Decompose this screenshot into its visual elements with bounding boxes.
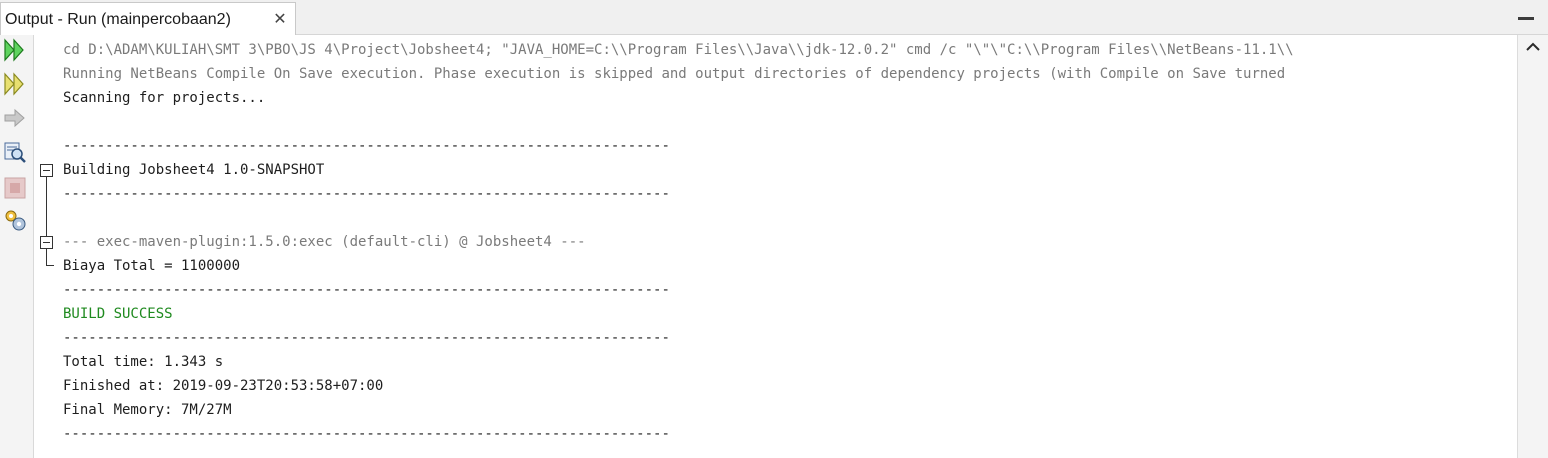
output-line: ----------------------------------------… <box>63 186 670 202</box>
output-line: ----------------------------------------… <box>63 330 670 346</box>
output-line: Final Memory: 7M/27M <box>63 402 232 418</box>
tab-title: Output - Run (mainpercobaan2) <box>5 11 231 28</box>
output-console[interactable]: cd D:\ADAM\KULIAH\SMT 3\PBO\JS 4\Project… <box>35 35 1517 458</box>
output-line: Scanning for projects... <box>63 90 266 106</box>
output-line: --- exec-maven-plugin:1.5.0:exec (defaul… <box>63 234 586 250</box>
output-line: Biaya Total = 1100000 <box>63 258 241 274</box>
output-line: Total time: 1.343 s <box>63 354 224 370</box>
fold-guide-line <box>46 249 47 265</box>
output-tab-bar: Output - Run (mainpercobaan2) ✕ <box>0 0 1548 35</box>
output-line: BUILD SUCCESS <box>63 306 173 322</box>
fold-toggle-icon[interactable] <box>40 236 53 249</box>
rerun-with-options-icon[interactable] <box>2 71 28 97</box>
next-step-icon[interactable] <box>2 105 28 131</box>
minimize-icon[interactable] <box>1518 17 1534 20</box>
output-line: cd D:\ADAM\KULIAH\SMT 3\PBO\JS 4\Project… <box>63 42 1294 58</box>
output-line: ----------------------------------------… <box>63 426 670 442</box>
inspect-icon[interactable] <box>2 139 28 165</box>
output-toolbar <box>0 35 34 458</box>
fold-end-tick <box>46 265 54 266</box>
output-line: Finished at: 2019-09-23T20:53:58+07:00 <box>63 378 384 394</box>
output-line: ----------------------------------------… <box>63 282 670 298</box>
settings-icon[interactable] <box>2 207 28 233</box>
scroll-up-icon[interactable] <box>1526 39 1540 51</box>
fold-toggle-icon[interactable] <box>40 164 53 177</box>
output-line: Building Jobsheet4 1.0-SNAPSHOT <box>63 162 325 178</box>
vertical-scrollbar[interactable] <box>1517 35 1548 458</box>
rerun-icon[interactable] <box>2 37 28 63</box>
close-icon[interactable]: ✕ <box>272 9 288 29</box>
output-line: Running NetBeans Compile On Save executi… <box>63 66 1286 82</box>
output-line: ----------------------------------------… <box>63 138 670 154</box>
tab-output-run[interactable]: Output - Run (mainpercobaan2) ✕ <box>0 2 296 35</box>
stop-icon[interactable] <box>2 175 28 201</box>
